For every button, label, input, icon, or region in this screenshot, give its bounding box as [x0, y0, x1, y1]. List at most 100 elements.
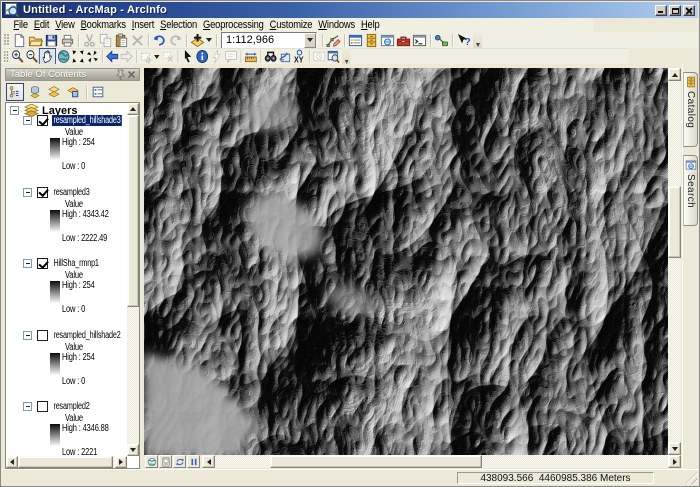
clear-selection-icon[interactable] [160, 49, 174, 65]
map-vertical-scrollbar[interactable] [668, 68, 681, 455]
identify-icon[interactable] [195, 49, 209, 65]
map-hscroll-thumb[interactable] [270, 455, 482, 468]
measure-icon[interactable] [243, 49, 257, 65]
cut-icon[interactable] [81, 32, 97, 48]
open-folder-icon[interactable] [27, 32, 43, 48]
minimize-button[interactable] [655, 5, 667, 16]
map-scale-value[interactable]: 1:112,966 [222, 33, 304, 48]
toc-options-icon[interactable] [89, 84, 106, 101]
new-document-icon[interactable] [11, 32, 27, 48]
catalog-icon[interactable] [363, 32, 379, 48]
whats-this-icon[interactable]: ? [455, 32, 471, 48]
toolbox-icon[interactable] [395, 32, 411, 48]
map-scale-dropdown-icon[interactable] [304, 33, 316, 48]
layer-name[interactable]: resampled2 [52, 401, 91, 412]
layer-checkbox[interactable] [37, 330, 48, 341]
menu-insert[interactable]: Insert [129, 18, 157, 32]
zoom-out-icon[interactable] [25, 49, 39, 65]
menu-file[interactable]: File [11, 18, 31, 32]
dock-tab-catalog[interactable]: Catalog [683, 72, 698, 147]
toolbar-overflow-button[interactable] [473, 31, 482, 49]
pin-icon[interactable] [115, 69, 126, 80]
toolbar-grip[interactable] [4, 51, 8, 63]
map-scroll-right-icon[interactable] [668, 455, 681, 468]
collapse-icon[interactable] [23, 331, 32, 340]
toc-scroll-down-icon[interactable] [127, 444, 139, 456]
zoom-in-icon[interactable] [10, 49, 24, 65]
menu-bookmarks[interactable]: Bookmarks [78, 18, 129, 32]
dropdown-arrow-icon[interactable] [205, 32, 213, 48]
map-vscroll-thumb[interactable] [668, 186, 681, 258]
find-route-icon[interactable] [277, 49, 291, 65]
close-button[interactable] [683, 5, 695, 16]
layer-checkbox[interactable] [37, 258, 48, 269]
undo-icon[interactable] [151, 32, 167, 48]
collapse-icon[interactable] [23, 259, 32, 268]
python-window-icon[interactable] [411, 32, 427, 48]
resize-grip-icon[interactable] [685, 472, 697, 484]
toolbar-overflow-button[interactable] [342, 48, 350, 66]
menu-view[interactable]: View [52, 18, 77, 32]
toc-close-icon[interactable] [126, 69, 137, 80]
toc-vertical-scrollbar[interactable] [127, 103, 139, 456]
menu-windows[interactable]: Windows [315, 18, 358, 32]
find-icon[interactable] [263, 49, 277, 65]
menu-selection[interactable]: Selection [157, 18, 200, 32]
forward-arrow-icon[interactable] [119, 49, 133, 65]
layer-name[interactable]: resampled_hillshade2 [52, 330, 122, 341]
delete-x-icon[interactable] [129, 32, 145, 48]
paste-icon[interactable] [113, 32, 129, 48]
select-features-icon[interactable] [139, 49, 153, 65]
go-to-xy-icon[interactable]: XY [292, 49, 306, 65]
save-icon[interactable] [43, 32, 59, 48]
layer-name[interactable]: HillSha_rmnp1 [52, 258, 100, 269]
fixed-zoom-out-icon[interactable] [85, 49, 99, 65]
layer-checkbox[interactable] [37, 187, 48, 198]
toc-scroll-left-icon[interactable] [6, 456, 18, 468]
modelbuilder-icon[interactable] [433, 32, 449, 48]
toolbar-grip[interactable] [4, 34, 9, 46]
map-viewport[interactable] [144, 68, 668, 455]
layer-name[interactable]: resampled_hillshade3 [52, 115, 122, 126]
menu-geoprocessing[interactable]: Geoprocessing [200, 18, 267, 32]
menu-help[interactable]: Help [358, 18, 383, 32]
copy-icon[interactable] [97, 32, 113, 48]
map-scroll-up-icon[interactable] [668, 68, 681, 81]
layer-name[interactable]: resampled3 [52, 187, 91, 198]
viewer-window-icon[interactable] [326, 49, 340, 65]
map-scroll-down-icon[interactable] [668, 442, 681, 455]
full-extent-icon[interactable] [56, 49, 70, 65]
dock-tab-search[interactable]: Search [683, 155, 698, 226]
list-selection-icon[interactable] [64, 84, 81, 101]
data-view-icon[interactable] [145, 455, 158, 468]
map-horizontal-scrollbar[interactable] [202, 455, 681, 468]
toc-horizontal-scrollbar[interactable] [6, 456, 127, 468]
fixed-zoom-in-icon[interactable] [70, 49, 84, 65]
editor-sketch-icon[interactable] [325, 32, 341, 48]
pause-drawing-icon[interactable] [187, 455, 200, 468]
toc-scroll-right-icon[interactable] [115, 456, 127, 468]
layer-checkbox[interactable] [37, 115, 48, 126]
html-popup-icon[interactable] [223, 49, 237, 65]
menu-edit[interactable]: Edit [31, 18, 52, 32]
layer-checkbox[interactable] [37, 401, 48, 412]
refresh-icon[interactable] [173, 455, 186, 468]
toc-window-icon[interactable] [347, 32, 363, 48]
search-window-icon[interactable] [379, 32, 395, 48]
map-scroll-left-icon[interactable] [202, 455, 215, 468]
collapse-icon[interactable] [23, 116, 32, 125]
layout-view-icon[interactable] [159, 455, 172, 468]
menu-customize[interactable]: Customize [267, 18, 316, 32]
toc-scroll-up-icon[interactable] [127, 103, 139, 115]
time-slider-icon[interactable] [312, 49, 326, 65]
map-scale-combo[interactable]: 1:112,966 [221, 32, 317, 49]
toc-hscroll-thumb[interactable] [18, 456, 113, 468]
print-icon[interactable] [59, 32, 75, 48]
pan-hand-icon[interactable] [39, 48, 56, 66]
toc-vscroll-thumb[interactable] [127, 115, 139, 307]
select-elements-icon[interactable] [180, 49, 194, 65]
maximize-button[interactable] [669, 5, 681, 16]
back-arrow-icon[interactable] [105, 49, 119, 65]
list-source-icon[interactable] [26, 84, 43, 101]
list-drawing-order-icon[interactable] [6, 83, 24, 101]
